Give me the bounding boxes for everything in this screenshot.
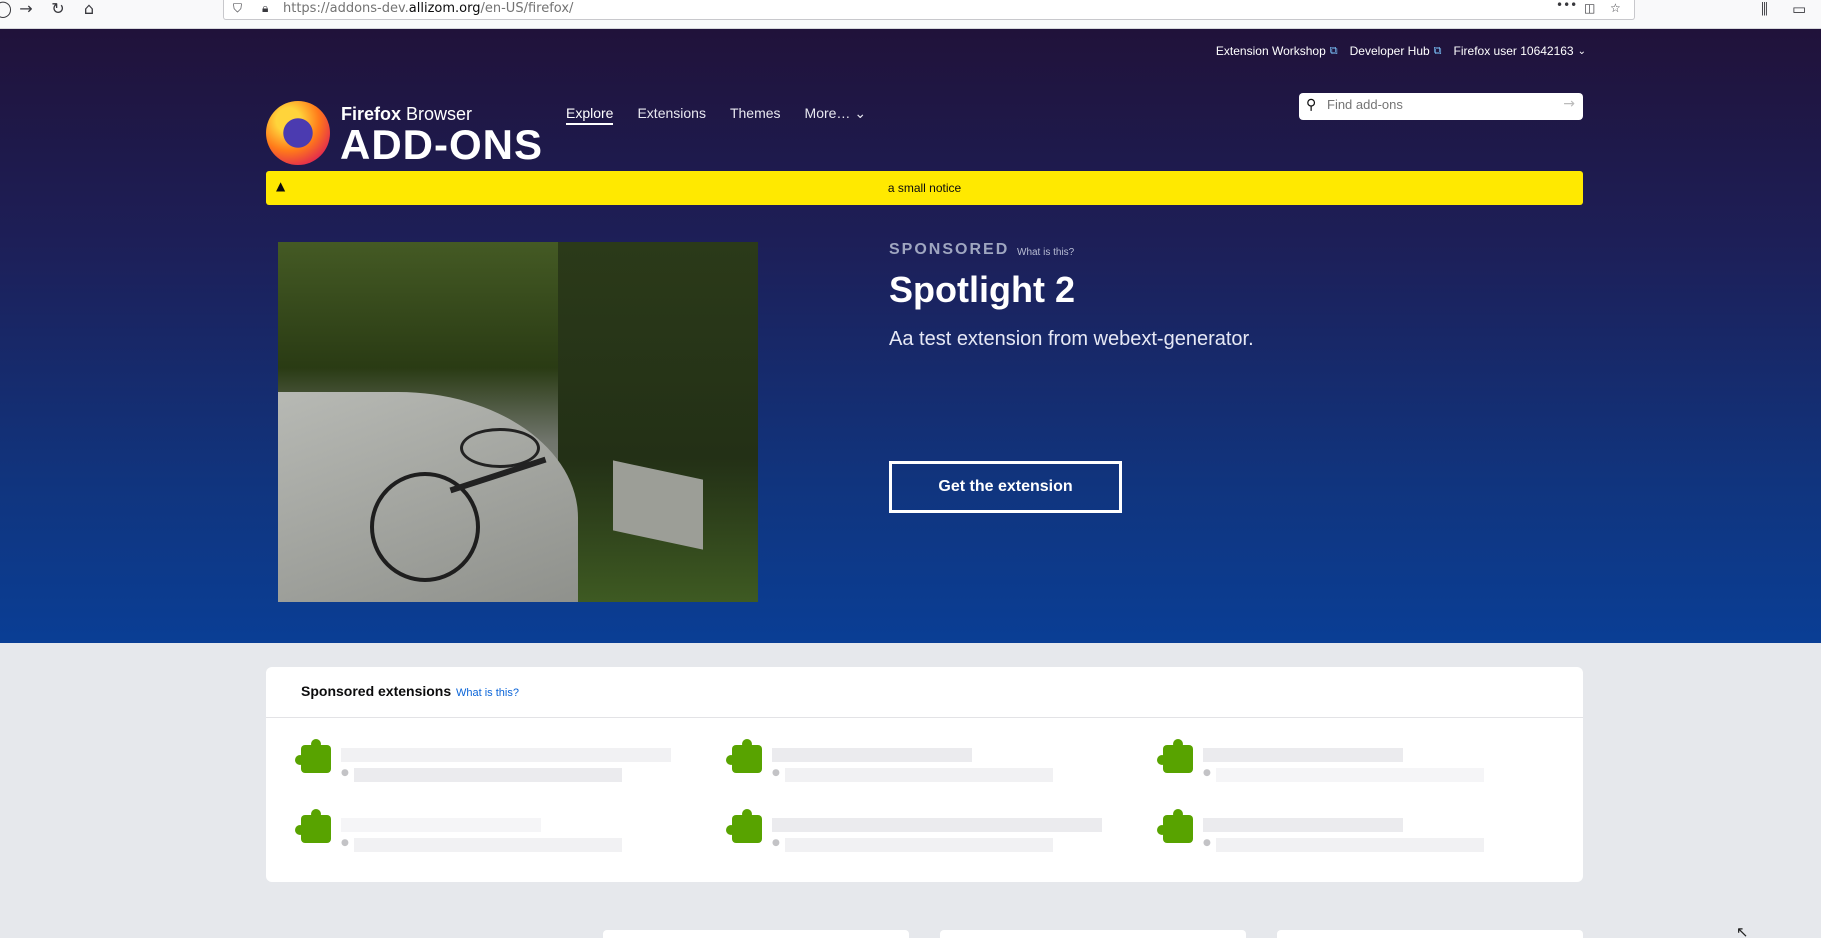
nav-more[interactable]: More… ⌄ — [805, 105, 867, 125]
next-section-card — [603, 930, 909, 938]
nav-extensions[interactable]: Extensions — [637, 105, 705, 125]
user-menu[interactable]: Firefox user 10642163 ⌄ — [1454, 44, 1586, 58]
reload-icon[interactable]: ↻ — [50, 0, 66, 18]
chevron-down-icon: ⌄ — [1577, 45, 1586, 57]
shield-icon[interactable]: ⛉ — [233, 1, 242, 16]
sponsored-label: SPONSORED — [889, 241, 1010, 258]
user-icon: ● — [772, 768, 780, 778]
user-icon: ● — [772, 838, 780, 848]
next-section-card — [940, 930, 1246, 938]
card-header: Sponsored extensions What is this? — [266, 667, 1583, 718]
nav-themes[interactable]: Themes — [730, 105, 781, 125]
external-link-icon: ⧉ — [1329, 44, 1338, 57]
user-icon: ● — [1203, 768, 1211, 778]
puzzle-piece-icon — [726, 739, 762, 773]
notice-text: a small notice — [887, 181, 962, 195]
extension-placeholder: ● — [726, 809, 1152, 865]
extension-placeholder: ● — [1157, 739, 1583, 795]
extension-placeholder: ● — [295, 809, 721, 865]
search-input[interactable] — [1327, 97, 1547, 112]
what-is-this-link[interactable]: What is this? — [1017, 247, 1074, 258]
what-is-this-link[interactable]: What is this? — [456, 687, 519, 699]
extension-placeholder: ● — [726, 739, 1152, 795]
user-icon: ● — [1203, 838, 1211, 848]
browser-toolbar: ◯ → ↻ ⌂ ⛉ 🔒︎ https://addons-dev.allizom.… — [0, 0, 1821, 29]
firefox-logo-icon — [266, 101, 330, 165]
search-box: ⚲ → — [1299, 93, 1583, 120]
nav-explore[interactable]: Explore — [566, 105, 614, 125]
chevron-down-icon: ⌄ — [854, 105, 867, 121]
card-title: Sponsored extensions — [301, 683, 452, 699]
extension-workshop-link[interactable]: Extension Workshop ⧉ — [1216, 44, 1338, 58]
page-actions-icon[interactable]: ••• — [1556, 0, 1577, 12]
address-bar[interactable]: ⛉ 🔒︎ https://addons-dev.allizom.org/en-U… — [223, 0, 1635, 20]
puzzle-piece-icon — [1157, 809, 1193, 843]
puzzle-piece-icon — [295, 809, 331, 843]
external-link-icon: ⧉ — [1433, 44, 1442, 57]
search-icon: ⚲ — [1306, 97, 1317, 113]
get-extension-button[interactable]: Get the extension — [889, 461, 1122, 513]
spotlight-title: Spotlight 2 — [889, 269, 1075, 310]
notice-banner: ▲ a small notice — [266, 171, 1583, 205]
puzzle-piece-icon — [1157, 739, 1193, 773]
puzzle-piece-icon — [295, 739, 331, 773]
user-icon: ● — [341, 768, 349, 778]
header-top-links: Extension Workshop ⧉ Developer Hub ⧉ Firef… — [1216, 44, 1586, 58]
pocket-icon[interactable]: ◫ — [1584, 1, 1595, 15]
next-section-card — [1277, 930, 1583, 938]
spotlight-image — [278, 242, 758, 602]
back-icon[interactable]: ◯ — [0, 0, 12, 18]
forward-icon[interactable]: → — [18, 0, 34, 18]
url-text[interactable]: https://addons-dev.allizom.org/en-US/fir… — [283, 1, 573, 16]
sidebar-icon[interactable]: ▭ — [1792, 0, 1806, 18]
main-navigation: Explore Extensions Themes More… ⌄ — [566, 105, 866, 125]
sponsored-extensions-card: Sponsored extensions What is this? ● ● ●… — [266, 667, 1583, 882]
mouse-cursor-icon: ↖ — [1736, 923, 1749, 938]
extension-placeholder: ● — [295, 739, 721, 795]
lock-icon[interactable]: 🔒︎ — [262, 1, 268, 16]
extension-placeholder: ● — [1157, 809, 1583, 865]
user-icon: ● — [341, 838, 349, 848]
developer-hub-link[interactable]: Developer Hub ⧉ — [1350, 44, 1442, 58]
hero-section: Extension Workshop ⧉ Developer Hub ⧉ Firef… — [0, 29, 1821, 643]
brand-title: ADD-ONS — [340, 121, 543, 168]
library-icon[interactable]: ⫼ — [1761, 0, 1768, 18]
bookmark-star-icon[interactable]: ☆ — [1610, 1, 1621, 15]
puzzle-piece-icon — [726, 809, 762, 843]
search-submit-arrow-icon[interactable]: → — [1563, 96, 1575, 112]
site-logo[interactable]: Firefox Browser ADD-ONS — [266, 74, 546, 168]
home-icon[interactable]: ⌂ — [80, 0, 98, 18]
spotlight-description: Aa test extension from webext-generator. — [889, 328, 1254, 350]
